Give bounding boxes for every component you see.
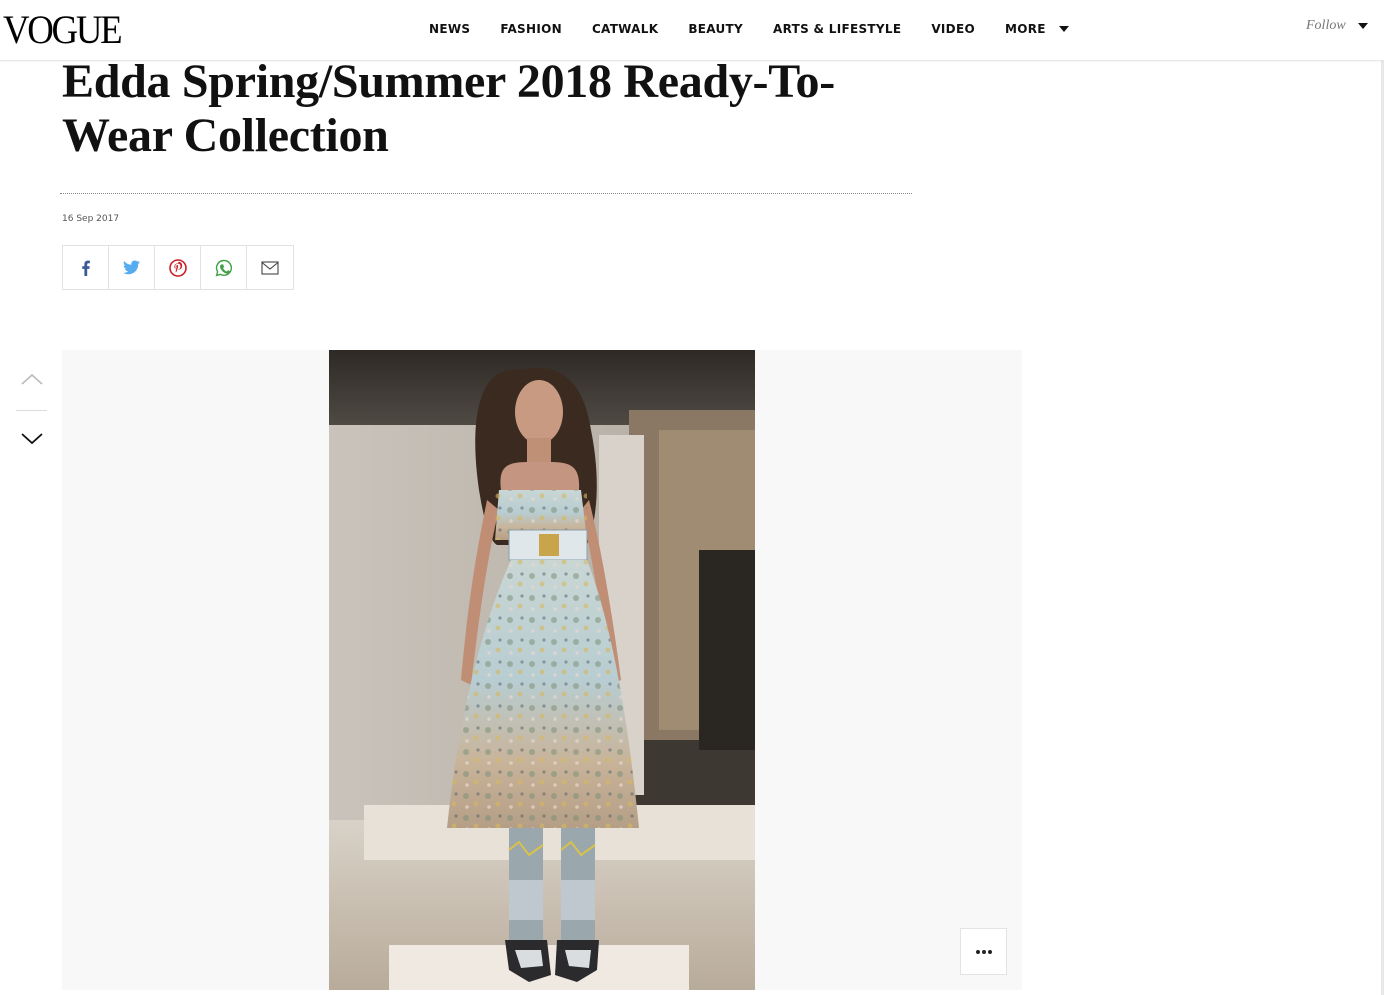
article-title: Edda Spring/Summer 2018 Ready-To-Wear Co… (62, 55, 835, 162)
nav-item-more[interactable]: MORE (1005, 20, 1069, 38)
main-nav: NEWS FASHION CATWALK BEAUTY ARTS & LIFES… (429, 20, 1069, 38)
runway-photo[interactable] (329, 350, 755, 990)
twitter-icon (123, 260, 140, 275)
email-icon (261, 260, 279, 275)
vogue-logo[interactable]: VOGUE (3, 6, 123, 54)
follow-dropdown[interactable]: Follow (1306, 18, 1368, 34)
facebook-icon (81, 260, 90, 276)
share-twitter-button[interactable] (109, 246, 155, 289)
nav-item-video[interactable]: VIDEO (931, 20, 975, 38)
gallery-next-button[interactable] (20, 432, 44, 451)
chevron-down-icon (21, 433, 43, 445)
gallery-nav-divider (16, 410, 47, 411)
nav-item-fashion[interactable]: FASHION (500, 20, 562, 38)
chevron-up-icon (21, 373, 43, 385)
follow-label: Follow (1306, 18, 1346, 33)
gallery-prev-button[interactable] (20, 372, 44, 391)
title-divider (60, 193, 912, 194)
nav-item-beauty[interactable]: BEAUTY (688, 20, 743, 38)
ellipsis-icon (975, 949, 992, 954)
nav-item-news[interactable]: NEWS (429, 20, 470, 38)
pinterest-icon (168, 258, 187, 277)
runway-photo-image (329, 350, 755, 990)
site-header: VOGUE NEWS FASHION CATWALK BEAUTY ARTS &… (0, 0, 1384, 61)
share-bar (62, 245, 294, 290)
share-facebook-button[interactable] (63, 246, 109, 289)
gallery-more-button[interactable] (960, 928, 1007, 975)
publish-date: 16 Sep 2017 (62, 214, 120, 224)
nav-item-catwalk[interactable]: CATWALK (592, 20, 658, 38)
nav-item-arts-lifestyle[interactable]: ARTS & LIFESTYLE (773, 20, 901, 38)
whatsapp-icon (215, 259, 232, 276)
share-whatsapp-button[interactable] (201, 246, 247, 289)
caret-down-icon (1357, 23, 1368, 29)
gallery-viewer (62, 350, 1022, 990)
share-pinterest-button[interactable] (155, 246, 201, 289)
share-email-button[interactable] (247, 246, 293, 289)
caret-down-icon (1058, 26, 1069, 32)
nav-more-label: MORE (1004, 22, 1046, 36)
